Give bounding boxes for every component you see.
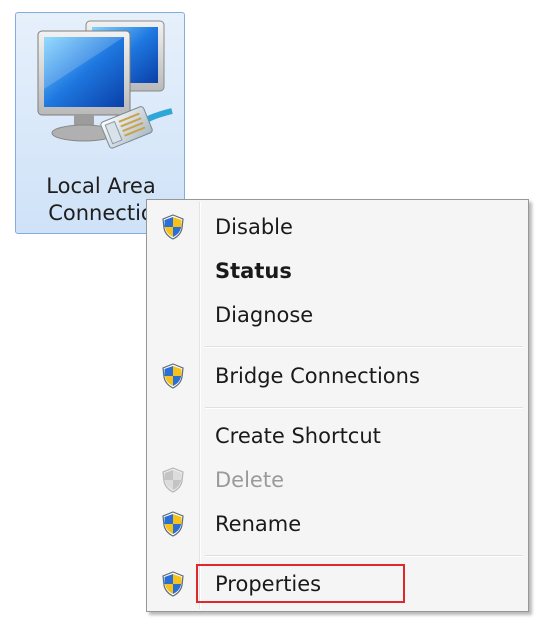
menu-separator	[205, 407, 523, 409]
menu-item-label: Bridge Connections	[215, 364, 420, 388]
menu-item-label: Rename	[215, 512, 302, 536]
connection-label-line1: Local Area	[46, 174, 156, 198]
menu-item-create-shortcut[interactable]: Create Shortcut	[149, 414, 526, 458]
menu-separator	[205, 555, 523, 557]
menu-item-label: Create Shortcut	[215, 424, 381, 448]
network-connection-icon	[37, 20, 173, 149]
menu-item-delete: Delete	[149, 458, 526, 502]
uac-shield-disabled-icon	[162, 467, 184, 493]
menu-item-rename[interactable]: Rename	[149, 502, 526, 546]
menu-item-label: Status	[215, 259, 292, 283]
uac-shield-icon	[162, 511, 184, 537]
menu-item-diagnose[interactable]: Diagnose	[149, 293, 526, 337]
menu-item-status[interactable]: Status	[149, 249, 526, 293]
uac-shield-icon	[162, 363, 184, 389]
desktop-area: Local Area Connectio Disable Status Diag…	[0, 0, 553, 626]
menu-item-label: Delete	[215, 468, 284, 492]
menu-item-bridge-connections[interactable]: Bridge Connections	[149, 354, 526, 398]
menu-item-disable[interactable]: Disable	[149, 205, 526, 249]
uac-shield-icon	[162, 571, 184, 597]
uac-shield-icon	[162, 214, 184, 240]
properties-highlight-annotation	[196, 564, 405, 603]
menu-item-label: Diagnose	[215, 303, 314, 327]
menu-item-label: Disable	[215, 215, 293, 239]
context-menu: Disable Status Diagnose Bridge Connectio…	[146, 199, 529, 612]
menu-separator	[205, 346, 523, 348]
